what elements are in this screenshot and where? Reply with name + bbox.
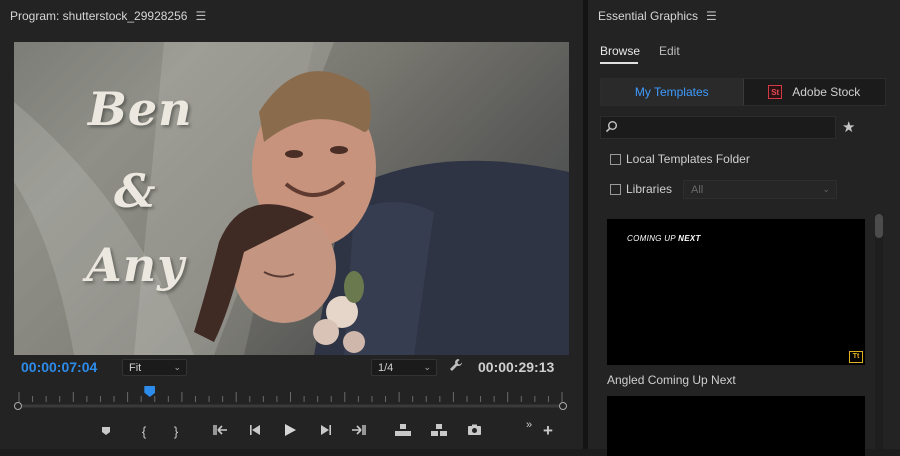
marker-icon xyxy=(101,424,111,439)
duration-timecode: 00:00:29:13 xyxy=(478,359,555,375)
step-back-icon xyxy=(249,424,262,439)
motion-graphics-template-icon: Tt xyxy=(849,351,863,363)
export-frame-button[interactable] xyxy=(464,419,484,443)
template-thumbnail-text: COMING UP NEXT xyxy=(627,234,701,243)
play-icon xyxy=(284,423,297,440)
template-name: Angled Coming Up Next xyxy=(607,373,736,387)
local-templates-label: Local Templates Folder xyxy=(626,152,750,166)
add-marker-button[interactable] xyxy=(98,419,114,443)
chevron-down-icon: ⌄ xyxy=(173,362,181,372)
adobe-stock-label: Adobe Stock xyxy=(792,85,861,99)
tab-edit[interactable]: Edit xyxy=(659,44,680,58)
program-panel-title: Program: shutterstock_29928256 xyxy=(10,9,188,23)
button-editor-button[interactable]: + xyxy=(540,419,556,443)
play-button[interactable] xyxy=(280,419,300,443)
range-end-handle[interactable] xyxy=(559,402,567,410)
step-forward-icon xyxy=(319,424,332,439)
active-tab-indicator xyxy=(600,62,638,64)
extract-button[interactable] xyxy=(428,419,450,443)
go-to-in-button[interactable] xyxy=(210,419,230,443)
title-text-line-3: Any xyxy=(86,238,185,292)
resolution-value: 1/4 xyxy=(378,361,394,374)
adobe-stock-button[interactable]: St Adobe Stock xyxy=(744,79,886,105)
step-forward-button[interactable] xyxy=(316,419,334,443)
export-frame-icon xyxy=(467,424,482,439)
overflow-icon: » xyxy=(525,419,533,431)
mark-in-icon: { xyxy=(141,423,147,439)
transport-controls: { } » + xyxy=(90,419,570,443)
zoom-level-value: Fit xyxy=(129,361,142,374)
checkbox-box[interactable] xyxy=(610,183,621,195)
tab-browse[interactable]: Browse xyxy=(600,44,640,58)
panel-menu-icon[interactable]: ☰ xyxy=(706,9,717,23)
time-ruler[interactable] xyxy=(14,384,567,412)
my-templates-label: My Templates xyxy=(634,85,709,99)
template-search-box xyxy=(600,116,836,139)
program-panel-header: Program: shutterstock_29928256 ☰ xyxy=(0,0,583,32)
essential-graphics-panel: Essential Graphics ☰ Browse Edit My Temp… xyxy=(588,0,900,456)
program-monitor-panel: Program: shutterstock_29928256 ☰ Ben & A… xyxy=(0,0,583,449)
search-icon xyxy=(605,120,618,138)
essential-graphics-header: Essential Graphics ☰ xyxy=(588,0,900,32)
go-to-in-icon xyxy=(212,424,228,439)
template-thumbnail[interactable] xyxy=(607,396,865,456)
scrollbar-thumb[interactable] xyxy=(875,214,883,238)
search-input[interactable] xyxy=(621,119,835,138)
panel-menu-icon[interactable]: ☰ xyxy=(195,9,206,23)
thumb-text-part-1: COMING UP xyxy=(627,234,676,243)
range-start-handle[interactable] xyxy=(14,402,22,410)
lift-button[interactable] xyxy=(392,419,414,443)
mark-out-icon: } xyxy=(173,423,179,439)
template-thumbnail[interactable]: COMING UP NEXT Tt xyxy=(607,219,865,365)
settings-wrench-icon[interactable] xyxy=(449,358,463,375)
add-button-icon: + xyxy=(543,421,553,440)
playback-resolution-select[interactable]: 1/4 ⌄ xyxy=(371,359,437,376)
adobe-stock-icon: St xyxy=(768,85,783,99)
libraries-label: Libraries xyxy=(626,182,673,196)
mark-out-button[interactable]: } xyxy=(168,419,184,443)
my-templates-button[interactable]: My Templates xyxy=(601,79,744,105)
title-text-line-2: & xyxy=(114,164,157,218)
extract-icon xyxy=(430,423,448,440)
title-text-line-1: Ben xyxy=(88,82,193,136)
go-to-out-button[interactable] xyxy=(348,419,370,443)
mark-in-button[interactable]: { xyxy=(136,419,152,443)
libraries-checkbox[interactable]: Libraries xyxy=(610,181,672,197)
step-back-button[interactable] xyxy=(246,419,264,443)
video-preview[interactable]: Ben & Any xyxy=(14,42,569,355)
template-source-toggle: My Templates St Adobe Stock xyxy=(600,78,886,106)
thumb-text-part-2: NEXT xyxy=(678,234,701,243)
checkbox-box[interactable] xyxy=(610,153,621,165)
chevron-down-icon: ⌄ xyxy=(822,184,830,194)
chevron-down-icon: ⌄ xyxy=(423,362,431,372)
overflow-button[interactable]: » xyxy=(522,413,536,437)
essential-graphics-title: Essential Graphics xyxy=(598,9,699,23)
current-timecode[interactable]: 00:00:07:04 xyxy=(21,359,97,375)
libraries-select[interactable]: All ⌄ xyxy=(683,180,837,199)
zoom-level-select[interactable]: Fit ⌄ xyxy=(122,359,187,376)
favorites-star-icon[interactable]: ★ xyxy=(842,118,855,136)
local-templates-checkbox[interactable]: Local Templates Folder xyxy=(610,151,750,167)
libraries-select-value: All xyxy=(691,183,704,196)
go-to-out-icon xyxy=(351,424,367,439)
template-list-scrollbar[interactable] xyxy=(875,214,883,449)
lift-icon xyxy=(394,423,412,440)
